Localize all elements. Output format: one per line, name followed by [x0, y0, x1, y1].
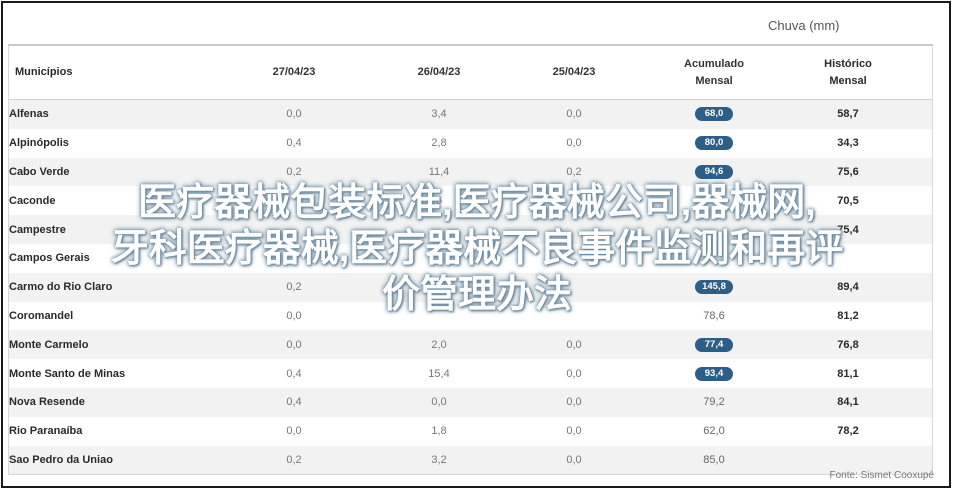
value-27-04-cell: 0,4 [286, 137, 302, 150]
overlay-line-2: 牙科医疗器械,医疗器械不良事件监测和再评 [110, 228, 844, 270]
table-row: Monte Carmelo 0,0 2,0 0,0 77,4 76,8 [9, 330, 932, 360]
acumulado-cell: 94,6 [664, 164, 764, 179]
municipio-cell: Rio Paranaíba [9, 425, 83, 438]
value-27-04-cell: 0,4 [286, 396, 302, 409]
acumulado-cell: 80,0 [664, 136, 764, 151]
value-26-04-cell: 11,4 [428, 165, 450, 178]
overlay-line-1: 医疗器械包装标准,医疗器械公司,器械网, [138, 182, 816, 224]
table-header: Municípios 27/04/23 26/04/23 25/04/23 Ac… [9, 46, 932, 100]
value-27-04-cell: 0,0 [286, 108, 302, 121]
value-25-04-cell: 0,2 [566, 165, 582, 178]
historico-cell: 34,3 [837, 137, 859, 150]
acumulado-badge: 68,0 [695, 107, 733, 122]
value-27-04-cell: 0,4 [286, 367, 302, 380]
col-historico-line2: Mensal [829, 74, 867, 87]
municipio-cell: Sao Pedro da Uniao [9, 453, 113, 466]
acumulado-cell: 85,0 [664, 454, 764, 466]
table-row: Alpinópolis 0,4 2,8 0,0 80,0 34,3 [9, 128, 932, 158]
municipio-cell: Alfenas [9, 108, 49, 121]
value-26-04-cell: 3,2 [431, 453, 447, 466]
table-row: Monte Santo de Minas 0,4 15,4 0,0 93,4 81,1 [9, 359, 932, 388]
col-acumulado-line2: Mensal [695, 74, 733, 87]
value-26-04-cell: 15,4 [428, 367, 450, 380]
chuva-group-header: Chuva (mm) [768, 18, 840, 33]
municipio-cell: Nova Resende [9, 396, 85, 409]
col-historico-line1: Histórico [824, 57, 872, 70]
municipio-cell: Alpinópolis [9, 137, 69, 150]
acumulado-badge: 94,6 [695, 164, 733, 179]
acumulado-cell: 93,4 [664, 366, 764, 381]
col-municipios: Municípios [15, 66, 73, 78]
col-25-04-23: 25/04/23 [552, 66, 596, 78]
value-27-04-cell: 0,0 [286, 338, 302, 351]
acumulado-badge: 80,0 [695, 136, 733, 151]
value-26-04-cell: 1,8 [431, 425, 447, 438]
acumulado-cell: 77,4 [664, 337, 764, 352]
value-26-04-cell: 2,8 [431, 137, 447, 150]
value-26-04-cell: 3,4 [431, 108, 447, 121]
table-row: Alfenas 0,0 3,4 0,0 68,0 58,7 [9, 100, 932, 129]
col-acumulado-line1: Acumulado [684, 57, 744, 70]
value-25-04-cell: 0,0 [566, 338, 582, 351]
historico-cell: 84,1 [837, 396, 859, 409]
value-27-04-cell: 0,2 [286, 165, 302, 178]
municipio-cell: Monte Carmelo [9, 338, 89, 351]
value-27-04-cell: 0,0 [286, 425, 302, 438]
value-27-04-cell: 0,2 [286, 453, 302, 466]
historico-cell: 58,7 [837, 108, 859, 121]
value-25-04-cell: 0,0 [566, 425, 582, 438]
table-row: Rio Paranaíba 0,0 1,8 0,0 62,0 78,2 [9, 416, 932, 446]
source-note: Fonte: Sismet Cooxupé [829, 470, 935, 481]
value-25-04-cell: 0,0 [566, 396, 582, 409]
historico-cell: 76,8 [837, 338, 859, 351]
overlay-caption: 医疗器械包装标准,医疗器械公司,器械网, 牙科医疗器械,医疗器械不良事件监测和再… [0, 180, 954, 318]
municipio-cell: Monte Santo de Minas [9, 367, 126, 380]
historico-cell: 75,6 [837, 165, 859, 178]
value-26-04-cell: 0,0 [431, 396, 447, 409]
acumulado-cell: 68,0 [664, 107, 764, 122]
acumulado-value: 62,0 [703, 425, 725, 438]
overlay-line-3: 价管理办法 [381, 274, 572, 316]
value-25-04-cell: 0,0 [566, 108, 582, 121]
municipio-cell: Cabo Verde [9, 165, 70, 178]
value-25-04-cell: 0,0 [566, 453, 582, 466]
acumulado-cell: 62,0 [664, 425, 764, 437]
historico-cell: 81,1 [837, 367, 859, 380]
historico-cell: 78,2 [837, 425, 859, 438]
acumulado-badge: 93,4 [695, 366, 733, 381]
col-26-04-23: 26/04/23 [417, 66, 461, 78]
col-acumulado-mensal: Acumulado Mensal [664, 56, 764, 90]
acumulado-cell: 79,2 [664, 396, 764, 408]
acumulado-value: 79,2 [703, 396, 725, 409]
acumulado-value: 85,0 [703, 453, 725, 466]
acumulado-badge: 77,4 [695, 337, 733, 352]
value-25-04-cell: 0,0 [566, 367, 582, 380]
value-26-04-cell: 2,0 [431, 338, 447, 351]
table-row: Nova Resende 0,4 0,0 0,0 79,2 84,1 [9, 387, 932, 417]
table-row: Sao Pedro da Uniao 0,2 3,2 0,0 85,0 [9, 445, 932, 475]
value-25-04-cell: 0,0 [566, 137, 582, 150]
col-historico-mensal: Histórico Mensal [764, 56, 932, 90]
col-27-04-23: 27/04/23 [272, 66, 316, 78]
